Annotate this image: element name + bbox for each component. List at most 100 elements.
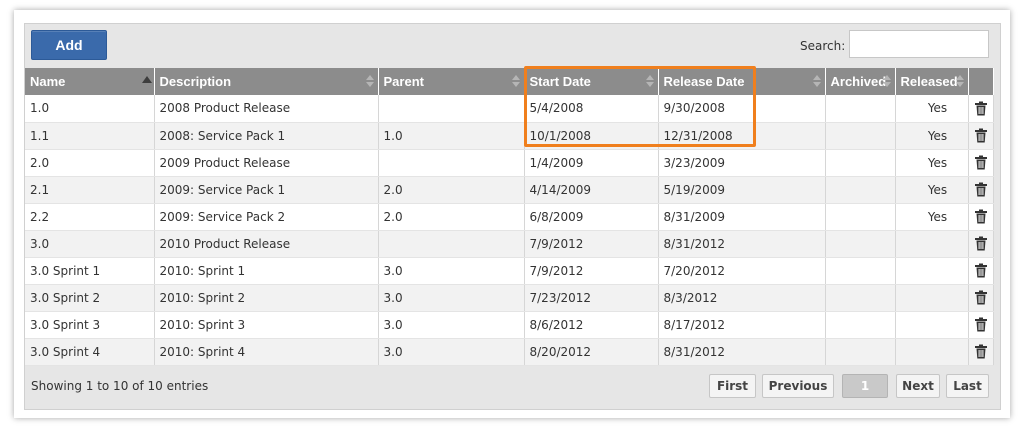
cell-released — [895, 284, 969, 312]
cell-released: Yes — [895, 149, 969, 177]
entries-info: Showing 1 to 10 of 10 entries — [31, 379, 209, 393]
table-row[interactable]: 1.1 2008: Service Pack 1 1.0 10/1/2008 12/31… — [25, 122, 994, 150]
table-row[interactable]: 2.1 2009: Service Pack 1 2.0 4/14/2009 5/19/… — [25, 176, 994, 204]
cell-start-date: 7/9/2012 — [524, 230, 659, 258]
cell-name: 1.0 — [25, 95, 155, 123]
cell-description: 2009 Product Release — [154, 149, 379, 177]
cell-released — [895, 257, 969, 285]
search-input[interactable] — [849, 30, 989, 58]
cell-archived — [825, 338, 896, 366]
cell-start-date: 1/4/2009 — [524, 149, 659, 177]
table-row[interactable]: 3.0 Sprint 3 2010: Sprint 3 3.0 8/6/2012 8/1… — [25, 311, 994, 339]
table-row[interactable]: 2.2 2009: Service Pack 2 2.0 6/8/2009 8/31/2… — [25, 203, 994, 231]
trash-icon[interactable] — [974, 263, 988, 278]
cell-description: 2010: Sprint 4 — [154, 338, 379, 366]
table-row[interactable]: 3.0 Sprint 1 2010: Sprint 1 3.0 7/9/2012 7/2… — [25, 257, 994, 285]
cell-parent: 3.0 — [378, 311, 525, 339]
cell-start-date: 7/9/2012 — [524, 257, 659, 285]
table-row[interactable]: 2.0 2009 Product Release 1/4/2009 3/23/2009… — [25, 149, 994, 177]
cell-parent: 3.0 — [378, 284, 525, 312]
cell-name: 2.1 — [25, 176, 155, 204]
cell-archived — [825, 95, 896, 123]
trash-icon[interactable] — [974, 101, 988, 116]
table-row[interactable]: 3.0 2010 Product Release 7/9/2012 8/31/2012 — [25, 230, 994, 258]
column-header-release-date[interactable]: Release Date — [658, 68, 826, 95]
trash-icon[interactable] — [974, 128, 988, 143]
cell-released: Yes — [895, 122, 969, 150]
cell-start-date: 8/6/2012 — [524, 311, 659, 339]
cell-released — [895, 311, 969, 339]
trash-icon[interactable] — [974, 155, 988, 170]
table-row[interactable]: 1.0 2008 Product Release 5/4/2008 9/30/2008… — [25, 95, 994, 123]
cell-archived — [825, 284, 896, 312]
cell-release-date: 9/30/2008 — [658, 95, 826, 123]
cell-release-date: 7/20/2012 — [658, 257, 826, 285]
delete-cell — [968, 284, 994, 312]
cell-parent — [378, 149, 525, 177]
cell-name: 3.0 — [25, 230, 155, 258]
table-row[interactable]: 3.0 Sprint 2 2010: Sprint 2 3.0 7/23/2012 8/… — [25, 284, 994, 312]
sort-icon — [645, 75, 654, 89]
cell-archived — [825, 230, 896, 258]
cell-released: Yes — [895, 176, 969, 204]
sort-ascending-icon — [141, 75, 152, 89]
cell-release-date: 5/19/2009 — [658, 176, 826, 204]
cell-name: 3.0 Sprint 1 — [25, 257, 155, 285]
cell-archived — [825, 122, 896, 150]
cell-start-date: 6/8/2009 — [524, 203, 659, 231]
trash-icon[interactable] — [974, 290, 988, 305]
cell-description: 2010 Product Release — [154, 230, 379, 258]
cell-release-date: 12/31/2008 — [658, 122, 826, 150]
cell-description: 2010: Sprint 1 — [154, 257, 379, 285]
releases-table: Name Description Parent Start Date Relea… — [25, 68, 994, 366]
column-header-description[interactable]: Description — [154, 68, 379, 95]
sort-icon — [955, 75, 964, 89]
trash-icon[interactable] — [974, 209, 988, 224]
trash-icon[interactable] — [974, 182, 988, 197]
screenshot-frame: Add Search: Name Description Parent Star… — [14, 10, 1010, 418]
cell-archived — [825, 203, 896, 231]
column-header-parent[interactable]: Parent — [378, 68, 525, 95]
last-page-button[interactable]: Last — [946, 374, 989, 398]
table-row[interactable]: 3.0 Sprint 4 2010: Sprint 4 3.0 8/20/2012 8/… — [25, 338, 994, 366]
cell-description: 2010: Sprint 3 — [154, 311, 379, 339]
cell-archived — [825, 257, 896, 285]
first-page-button[interactable]: First — [709, 374, 756, 398]
cell-released: Yes — [895, 203, 969, 231]
sort-icon — [365, 75, 374, 89]
cell-description: 2008: Service Pack 1 — [154, 122, 379, 150]
cell-name: 3.0 Sprint 4 — [25, 338, 155, 366]
releases-table-panel: Add Search: Name Description Parent Star… — [24, 23, 1001, 410]
cell-name: 2.0 — [25, 149, 155, 177]
cell-parent — [378, 230, 525, 258]
delete-cell — [968, 257, 994, 285]
column-header-released[interactable]: Released — [895, 68, 969, 95]
trash-icon[interactable] — [974, 236, 988, 251]
cell-parent: 3.0 — [378, 338, 525, 366]
cell-start-date: 4/14/2009 — [524, 176, 659, 204]
cell-release-date: 8/31/2012 — [658, 230, 826, 258]
next-page-button[interactable]: Next — [896, 374, 940, 398]
column-header-archived[interactable]: Archived — [825, 68, 896, 95]
cell-name: 3.0 Sprint 2 — [25, 284, 155, 312]
cell-start-date: 5/4/2008 — [524, 95, 659, 123]
cell-release-date: 8/17/2012 — [658, 311, 826, 339]
column-header-start-date[interactable]: Start Date — [524, 68, 659, 95]
cell-archived — [825, 176, 896, 204]
delete-cell — [968, 122, 994, 150]
page-1-button[interactable]: 1 — [842, 374, 888, 398]
cell-parent: 2.0 — [378, 203, 525, 231]
cell-release-date: 8/31/2009 — [658, 203, 826, 231]
table-header-row: Name Description Parent Start Date Relea… — [25, 68, 994, 95]
previous-page-button[interactable]: Previous — [762, 374, 834, 398]
cell-archived — [825, 149, 896, 177]
delete-cell — [968, 95, 994, 123]
cell-start-date: 7/23/2012 — [524, 284, 659, 312]
column-header-name[interactable]: Name — [25, 68, 155, 95]
cell-name: 2.2 — [25, 203, 155, 231]
add-button[interactable]: Add — [31, 30, 107, 60]
cell-released: Yes — [895, 95, 969, 123]
trash-icon[interactable] — [974, 344, 988, 359]
trash-icon[interactable] — [974, 317, 988, 332]
cell-start-date: 10/1/2008 — [524, 122, 659, 150]
